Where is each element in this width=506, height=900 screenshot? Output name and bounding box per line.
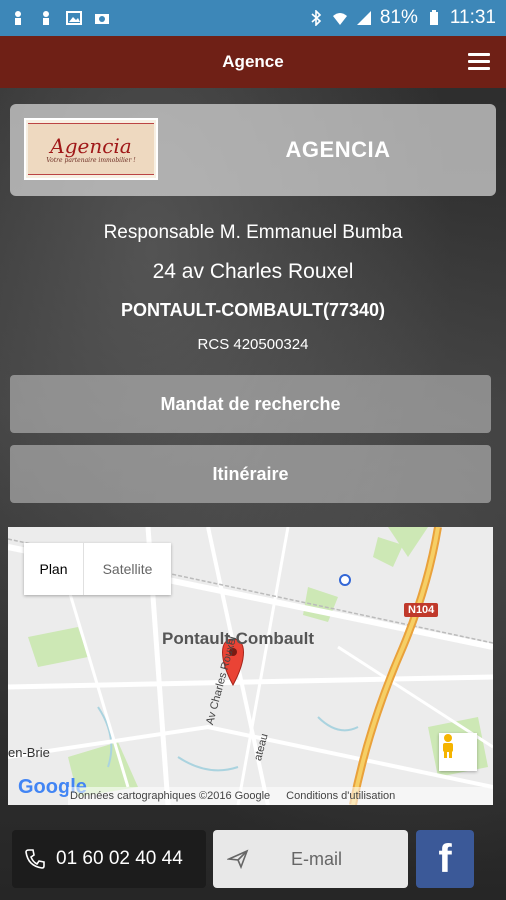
agency-address: 24 av Charles Rouxel <box>152 260 354 283</box>
system-status: 81% 11:31 <box>308 7 496 29</box>
email-label: E-mail <box>290 848 342 869</box>
signal-icon <box>356 11 371 25</box>
agency-city: PONTAULT-COMBAULT(77340) <box>120 300 385 320</box>
person-icon <box>43 11 49 25</box>
status-bar: 81% 11:31 <box>0 0 506 36</box>
logo-title: Agencia <box>50 133 132 158</box>
phone-icon <box>25 849 45 869</box>
page-title: Agence <box>222 52 284 71</box>
person-icon <box>15 11 21 25</box>
wifi-icon <box>332 13 347 25</box>
itinerary-button[interactable]: Itinéraire <box>10 445 491 503</box>
map-attribution: Données cartographiques ©2016 Google <box>70 790 271 802</box>
map-terms-link[interactable]: Conditions d'utilisation <box>286 790 395 802</box>
phone-button[interactable]: 01 60 02 40 44 <box>12 830 206 888</box>
image-icon <box>66 11 82 25</box>
mandat-button[interactable]: Mandat de recherche <box>10 375 491 433</box>
agency-content: Agencia Votre partenaire immobilier ! AG… <box>0 88 506 900</box>
logo-tagline: Votre partenaire immobilier ! <box>46 156 136 164</box>
map-type-satellite[interactable]: Satellite <box>84 543 171 595</box>
send-icon <box>227 849 249 869</box>
email-button[interactable]: E-mail <box>213 830 408 888</box>
battery-percent: 81% <box>379 7 418 28</box>
agency-rcs: RCS 420500324 <box>197 336 309 353</box>
map-type-control: Plan Satellite <box>24 543 171 595</box>
notification-icons <box>10 10 110 26</box>
agency-header-card: Agencia Votre partenaire immobilier ! AG… <box>10 104 496 196</box>
app-bar: Agence <box>0 36 506 88</box>
menu-icon[interactable] <box>466 50 492 74</box>
bluetooth-icon <box>311 10 321 26</box>
road-badge: N104 <box>404 603 439 617</box>
facebook-button[interactable]: f <box>416 830 474 888</box>
map-footer: Données cartographiques ©2016 Google Con… <box>68 787 493 805</box>
battery-icon <box>429 10 438 25</box>
map-left-label: en-Brie <box>8 745 50 760</box>
agency-logo: Agencia Votre partenaire immobilier ! <box>24 118 158 180</box>
map-type-plan[interactable]: Plan <box>24 543 84 595</box>
photo-icon <box>95 14 109 24</box>
phone-number: 01 60 02 40 44 <box>56 848 183 869</box>
map-view[interactable]: Plan Satellite N104 Pontault-Combault en… <box>8 527 493 805</box>
agency-responsible: Responsable M. Emmanuel Bumba <box>103 222 403 243</box>
agency-name: AGENCIA <box>285 137 391 162</box>
facebook-icon: f <box>438 836 452 881</box>
pegman-icon[interactable] <box>439 733 477 771</box>
clock: 11:31 <box>449 7 496 28</box>
